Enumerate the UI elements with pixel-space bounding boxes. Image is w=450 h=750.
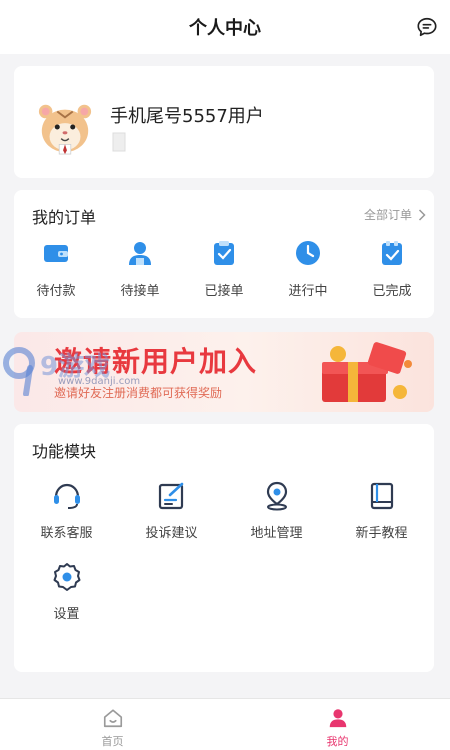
order-item-pending-payment[interactable]: 待付款 bbox=[14, 238, 98, 299]
all-orders-label: 全部订单 bbox=[363, 208, 412, 222]
order-item-in-progress[interactable]: 进行中 bbox=[266, 238, 350, 299]
watermark-logo-icon bbox=[3, 347, 35, 396]
module-address[interactable]: 地址管理 bbox=[224, 480, 329, 541]
tab-home[interactable]: 首页 bbox=[0, 699, 225, 750]
headset-icon bbox=[53, 483, 80, 509]
module-label: 设置 bbox=[53, 607, 80, 622]
profile-card[interactable]: 手机尾号5557用户 bbox=[14, 66, 434, 178]
orders-title: 我的订单 bbox=[32, 208, 97, 227]
file-icon bbox=[112, 132, 126, 152]
order-status-row: 待付款 待接单 已接单 进行中 已完成 bbox=[14, 238, 434, 299]
modules-grid: 联系客服 投诉建议 地址管理 新手教程 设置 bbox=[14, 480, 434, 622]
clock-icon bbox=[296, 241, 320, 265]
gear-icon bbox=[53, 563, 80, 591]
module-feedback[interactable]: 投诉建议 bbox=[119, 480, 224, 541]
user-icon bbox=[329, 709, 346, 728]
home-icon bbox=[103, 709, 122, 728]
chat-bubble-icon[interactable] bbox=[416, 16, 438, 38]
wallet-icon bbox=[44, 245, 68, 262]
order-item-completed[interactable]: 已完成 bbox=[350, 238, 434, 299]
order-item-label: 待付款 bbox=[36, 284, 76, 299]
book-icon bbox=[370, 482, 393, 510]
checklist-icon bbox=[382, 241, 402, 265]
module-label: 投诉建议 bbox=[145, 526, 198, 541]
hamster-avatar-icon[interactable] bbox=[36, 98, 94, 156]
module-tutorial[interactable]: 新手教程 bbox=[329, 480, 434, 541]
modules-title: 功能模块 bbox=[32, 442, 97, 461]
person-icon bbox=[129, 242, 151, 265]
module-label: 地址管理 bbox=[250, 526, 303, 541]
location-pin-icon bbox=[266, 481, 287, 511]
module-label: 联系客服 bbox=[40, 526, 93, 541]
tab-mine[interactable]: 我的 bbox=[225, 699, 450, 750]
username: 手机尾号5557用户 bbox=[110, 106, 264, 127]
module-customer-service[interactable]: 联系客服 bbox=[14, 480, 119, 541]
all-orders-link[interactable]: 全部订单 bbox=[364, 206, 426, 223]
modules-card: 功能模块 联系客服 投诉建议 地址管理 新手教程 设置 bbox=[14, 424, 434, 672]
order-item-accepted[interactable]: 已接单 bbox=[182, 238, 266, 299]
tab-label: 我的 bbox=[326, 735, 349, 748]
page-title: 个人中心 bbox=[189, 18, 261, 39]
order-item-awaiting-accept[interactable]: 待接单 bbox=[98, 238, 182, 299]
chevron-right-icon bbox=[418, 208, 426, 221]
bottom-tab-bar: 首页 我的 bbox=[0, 698, 450, 750]
order-item-label: 进行中 bbox=[288, 284, 328, 299]
module-label: 新手教程 bbox=[355, 526, 408, 541]
order-item-label: 待接单 bbox=[120, 284, 160, 299]
clipboard-icon bbox=[214, 241, 234, 265]
order-item-label: 已完成 bbox=[372, 284, 412, 299]
top-bar: 个人中心 bbox=[0, 0, 450, 54]
tab-label: 首页 bbox=[101, 735, 124, 748]
order-item-label: 已接单 bbox=[204, 284, 244, 299]
watermark-url: www.9danji.com bbox=[58, 376, 141, 387]
module-settings[interactable]: 设置 bbox=[14, 561, 119, 622]
orders-card: 我的订单 全部订单 待付款 待接单 已接单 进行中 已完成 bbox=[14, 190, 434, 318]
edit-icon bbox=[158, 482, 183, 510]
gift-box-icon bbox=[322, 342, 412, 402]
